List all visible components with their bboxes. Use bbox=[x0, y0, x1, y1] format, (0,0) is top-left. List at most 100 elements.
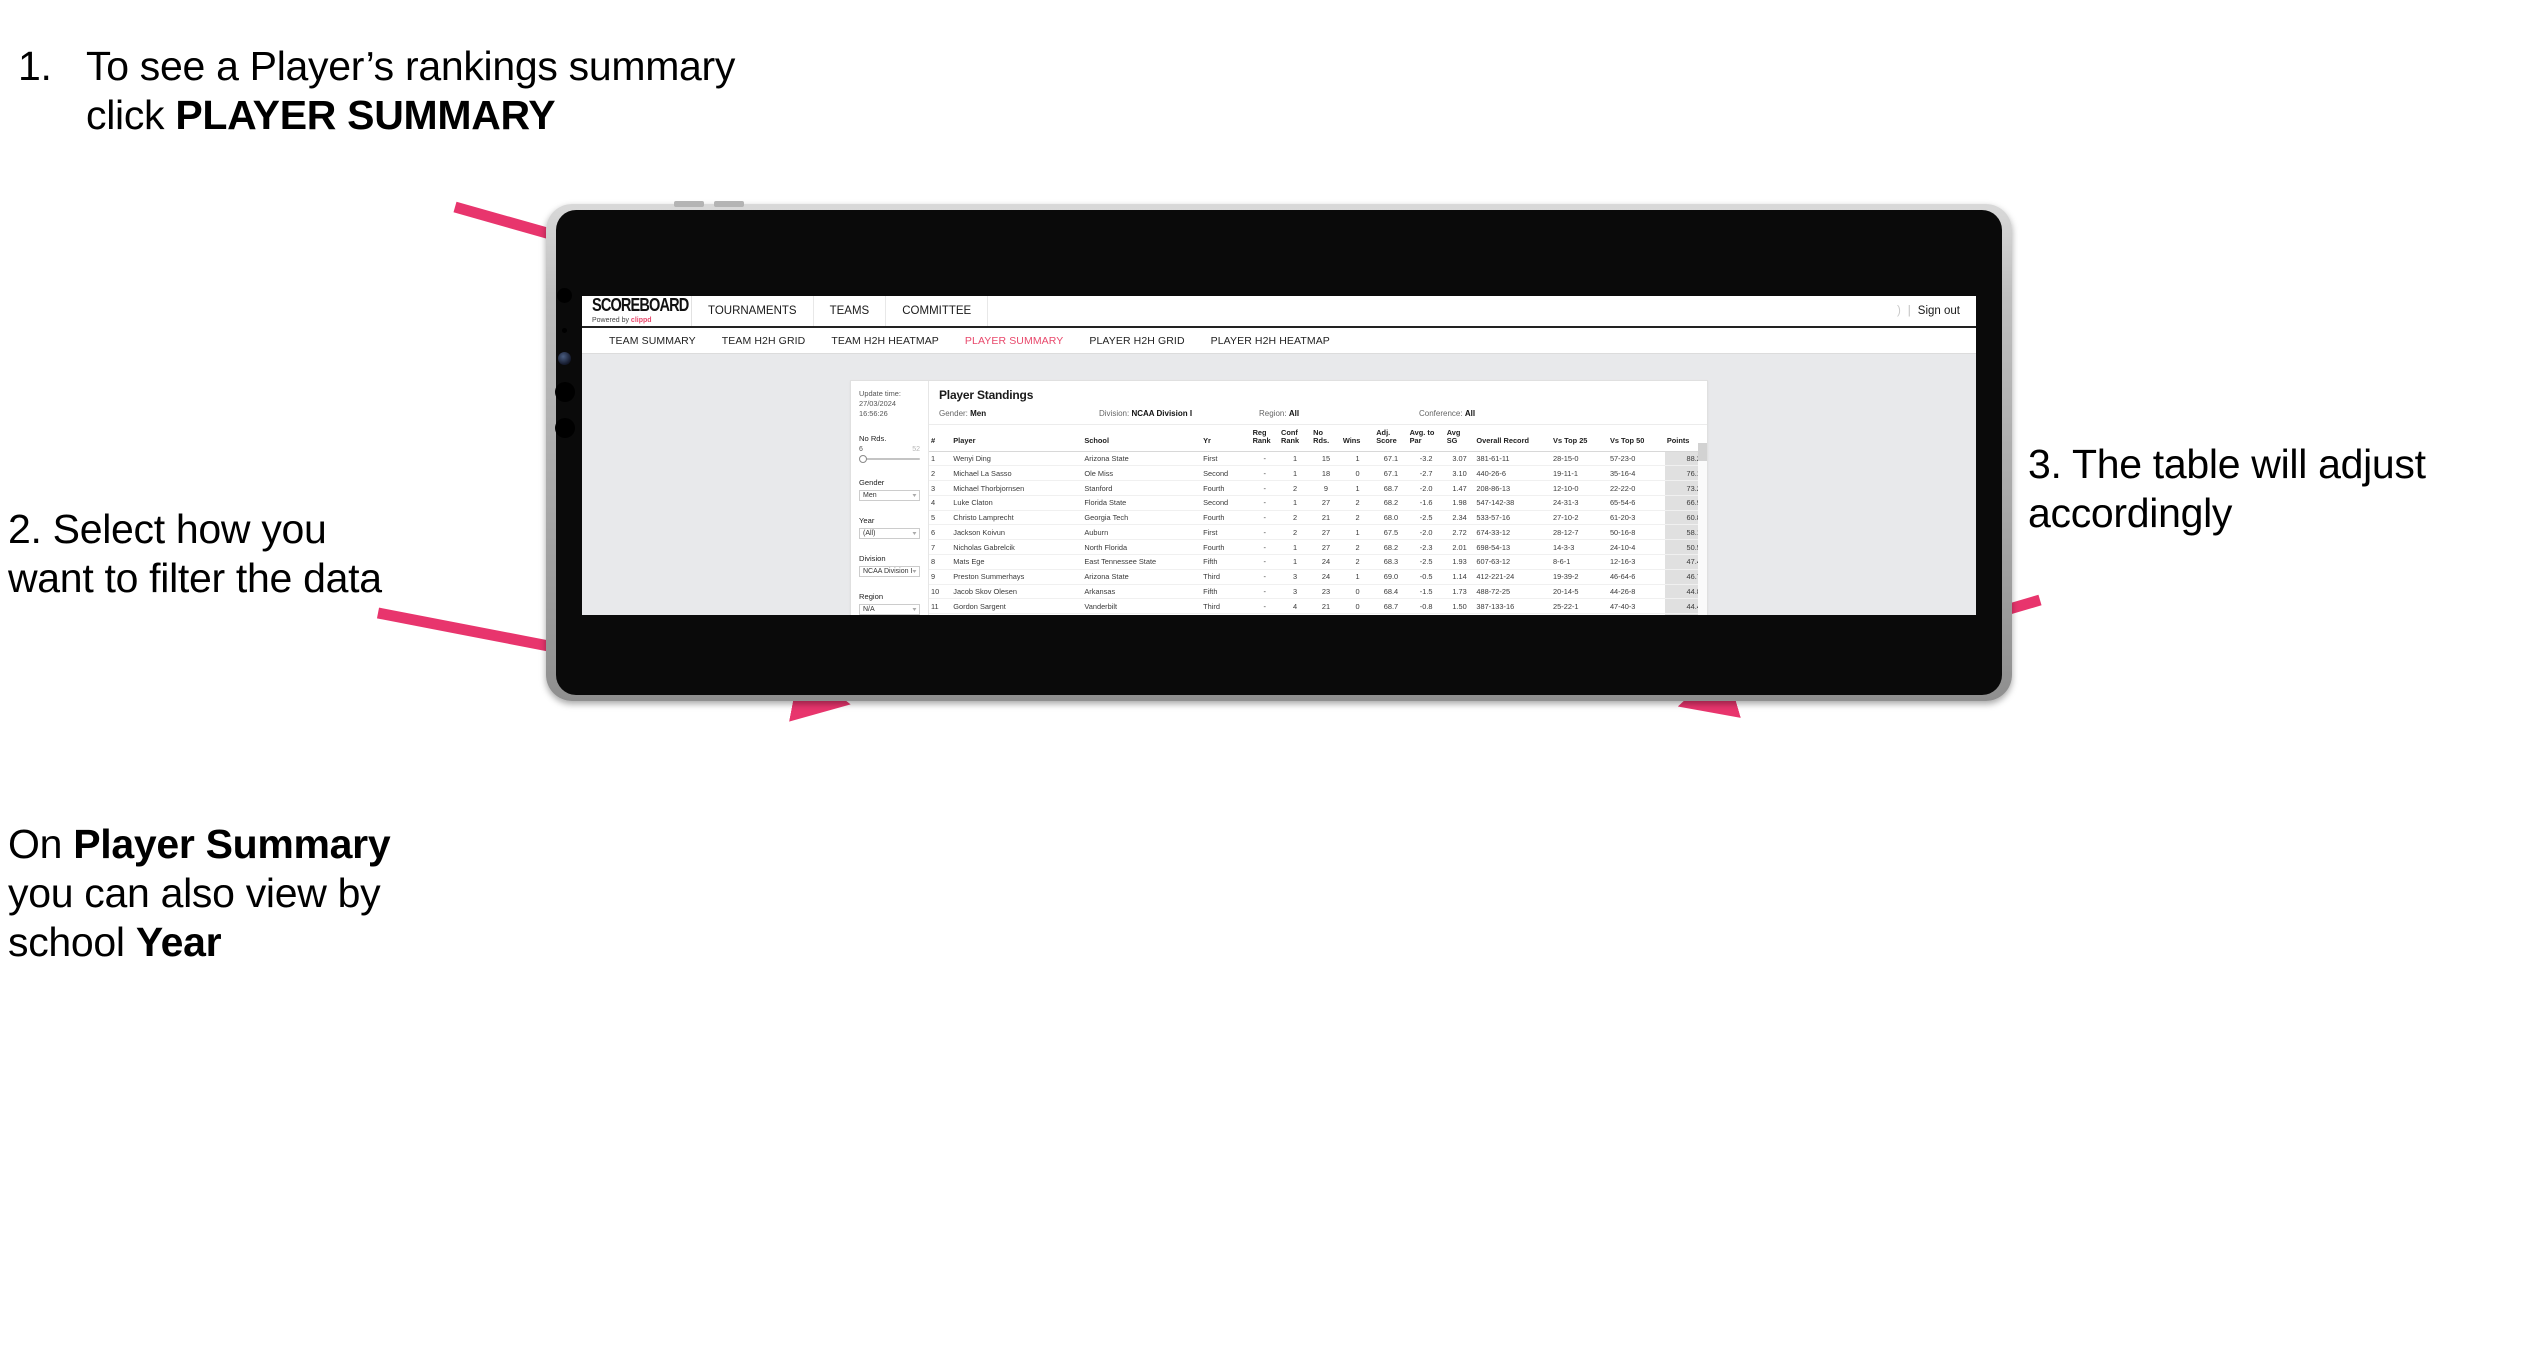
tab-player-h2h-grid[interactable]: PLAYER H2H GRID bbox=[1076, 335, 1197, 347]
gender-select[interactable]: Men ▾ bbox=[859, 489, 920, 501]
cell-school: Vanderbilt bbox=[1082, 598, 1202, 615]
cell-vs-top-25: 20-14-5 bbox=[1551, 584, 1608, 600]
cell-avg-to-par: -1.1 bbox=[1407, 613, 1445, 615]
tab-player-h2h-heatmap[interactable]: PLAYER H2H HEATMAP bbox=[1198, 335, 1343, 347]
table-row[interactable]: 5 Christo Lamprecht Georgia Tech Fourth -2 21… bbox=[929, 510, 1707, 526]
cell-school: Arkansas bbox=[1082, 584, 1202, 600]
cell-overall-record: 605-96-18 bbox=[1474, 613, 1552, 615]
col-avg-to-par[interactable]: Avg. to Par bbox=[1407, 425, 1445, 452]
table-row[interactable]: 7 Nicholas Gabrelcik North Florida Fourth -1… bbox=[929, 539, 1707, 556]
col-overall-record[interactable]: Overall Record bbox=[1474, 425, 1552, 452]
cell-reg-rank: - bbox=[1250, 584, 1279, 600]
meta-region-value: All bbox=[1288, 409, 1300, 418]
cell-conf-rank: 3 bbox=[1279, 584, 1312, 600]
col-adj-score[interactable]: Adj. Score bbox=[1374, 425, 1408, 452]
meta-region: Region: All bbox=[1259, 409, 1419, 418]
nav-divider: | bbox=[1907, 305, 1911, 317]
cell-vs-top-50: 22-22-0 bbox=[1607, 480, 1665, 496]
table-row[interactable]: 10 Jacob Skov Olesen Arkansas Fifth -3 23 0 68.… bbox=[929, 584, 1707, 600]
col-no-rds[interactable]: No Rds. bbox=[1311, 425, 1341, 452]
no-rds-slider[interactable] bbox=[859, 454, 920, 463]
cell-reg-rank: - bbox=[1250, 451, 1279, 467]
col-player[interactable]: Player bbox=[951, 425, 1083, 452]
cell-avg-to-par: -2.3 bbox=[1407, 539, 1445, 556]
cell-reg-rank: - bbox=[1250, 613, 1279, 615]
table-row[interactable]: 3 Michael Thorbjornsen Stanford Fourth -2 9 1 6… bbox=[929, 480, 1707, 496]
region-select[interactable]: N/A ▾ bbox=[859, 603, 920, 615]
nav-item-tournaments[interactable]: TOURNAMENTS bbox=[692, 296, 814, 326]
nav-item-teams[interactable]: TEAMS bbox=[814, 296, 887, 326]
tab-team-h2h-heatmap[interactable]: TEAM H2H HEATMAP bbox=[818, 335, 952, 347]
col-school[interactable]: School bbox=[1082, 425, 1202, 452]
cell-avg-sg: 3.10 bbox=[1444, 465, 1475, 482]
cell-reg-rank: - bbox=[1250, 524, 1279, 541]
table-scrollbar-track[interactable] bbox=[1698, 443, 1707, 615]
cell-vs-top-25: 14-3-3 bbox=[1551, 539, 1608, 556]
cell-no-rds: 24 bbox=[1311, 569, 1341, 585]
sign-out-link[interactable]: Sign out bbox=[1918, 305, 1960, 317]
table-row[interactable]: 6 Jackson Koivun Auburn First -2 27 1 67.5 -2.0 2… bbox=[929, 524, 1707, 541]
cell-wins: 2 bbox=[1340, 539, 1375, 556]
table-row[interactable]: 4 Luke Claton Florida State Second -1 27 2 68.2… bbox=[929, 495, 1707, 511]
col-conf-rank[interactable]: Conf Rank bbox=[1279, 425, 1312, 452]
cell-adj-score: 67.1 bbox=[1374, 451, 1408, 467]
slider-handle[interactable] bbox=[859, 454, 867, 463]
cell-no-rds: 24 bbox=[1311, 554, 1341, 570]
cell-vs-top-50: 50-18-5 bbox=[1607, 613, 1665, 615]
table-scrollbar-thumb[interactable] bbox=[1698, 443, 1707, 461]
year-select[interactable]: (All) ▾ bbox=[859, 527, 920, 539]
col-rank[interactable]: # bbox=[929, 425, 952, 452]
side-button-1[interactable] bbox=[555, 382, 575, 402]
col-wins[interactable]: Wins bbox=[1340, 425, 1375, 452]
no-rds-max: 52 bbox=[912, 445, 920, 453]
division-select[interactable]: NCAA Division I ▾ bbox=[859, 565, 920, 577]
division-label: Division bbox=[859, 553, 886, 563]
cell-school: North Florida bbox=[1082, 539, 1202, 556]
cell-no-rds: 15 bbox=[1311, 451, 1341, 467]
cell-school: East Tennessee State bbox=[1082, 554, 1202, 570]
col-avg-sg[interactable]: Avg SG bbox=[1444, 425, 1475, 452]
cell-rank: 9 bbox=[929, 569, 952, 585]
table-row[interactable]: 12Brendan ValdesAuburnThird-527068.4-1.1… bbox=[929, 613, 1707, 615]
filter-sidebar: Update time: 27/03/2024 16:56:26 No Rds.… bbox=[851, 381, 929, 615]
dashboard-header: Player Standings Gender: Men Division: N… bbox=[929, 381, 1707, 425]
browser-viewport: SCOREBOARD Powered by clippd TOURNAMENTS… bbox=[582, 296, 1976, 615]
col-vs-top-50[interactable]: Vs Top 50 bbox=[1607, 425, 1665, 452]
table-row[interactable]: 1 Wenyi Ding Arizona State First -1 15 1 67.1 -3… bbox=[929, 451, 1707, 467]
cell-overall-record: 607-63-12 bbox=[1474, 554, 1552, 570]
brand-logo[interactable]: SCOREBOARD Powered by clippd bbox=[582, 296, 692, 326]
nav-item-committee[interactable]: COMMITTEE bbox=[886, 296, 989, 326]
cell-no-rds: 23 bbox=[1311, 584, 1341, 600]
col-yr[interactable]: Yr bbox=[1201, 425, 1251, 452]
no-rds-label: No Rds. bbox=[859, 433, 887, 443]
table-row[interactable]: 11 Gordon Sargent Vanderbilt Third -4 21 0 68.7… bbox=[929, 598, 1707, 615]
cell-vs-top-50: 44-26-8 bbox=[1607, 584, 1665, 600]
cell-adj-score: 68.4 bbox=[1374, 613, 1408, 615]
clippd-brand: clippd bbox=[630, 317, 652, 324]
cell-no-rds: 9 bbox=[1311, 480, 1341, 496]
cell-vs-top-50: 50-16-8 bbox=[1607, 524, 1665, 541]
tab-player-summary[interactable]: PLAYER SUMMARY bbox=[952, 335, 1076, 347]
cell-avg-to-par: -2.7 bbox=[1407, 465, 1445, 482]
cell-conf-rank: 3 bbox=[1279, 569, 1312, 585]
cell-vs-top-25: 12-10-0 bbox=[1551, 480, 1608, 496]
table-row[interactable]: 8 Mats Ege East Tennessee State Fifth -1 24 2 6… bbox=[929, 554, 1707, 570]
col-vs-top-25[interactable]: Vs Top 25 bbox=[1551, 425, 1608, 452]
cell-yr: First bbox=[1201, 451, 1251, 467]
cell-reg-rank: - bbox=[1250, 569, 1279, 585]
cell-player: Mats Ege bbox=[951, 554, 1083, 570]
cell-yr: Second bbox=[1201, 465, 1251, 482]
cell-adj-score: 67.5 bbox=[1374, 524, 1408, 541]
table-row[interactable]: 2 Michael La Sasso Ole Miss Second -1 18 0 67.1… bbox=[929, 465, 1707, 482]
table-row[interactable]: 9 Preston Summerhays Arizona State Third -3 2… bbox=[929, 569, 1707, 585]
cell-player: Wenyi Ding bbox=[951, 451, 1083, 467]
filter-year: Year (All) ▾ bbox=[859, 516, 920, 539]
cell-adj-score: 67.1 bbox=[1374, 465, 1408, 482]
side-button-2[interactable] bbox=[555, 418, 575, 438]
col-reg-rank[interactable]: Reg Rank bbox=[1250, 425, 1279, 452]
cell-yr: Third bbox=[1201, 569, 1251, 585]
tab-team-summary[interactable]: TEAM SUMMARY bbox=[596, 335, 709, 347]
table-head: # Player School Yr Reg Rank Conf Rank No… bbox=[929, 425, 1707, 452]
tab-team-h2h-grid[interactable]: TEAM H2H GRID bbox=[709, 335, 819, 347]
cell-yr: Fifth bbox=[1201, 584, 1251, 600]
